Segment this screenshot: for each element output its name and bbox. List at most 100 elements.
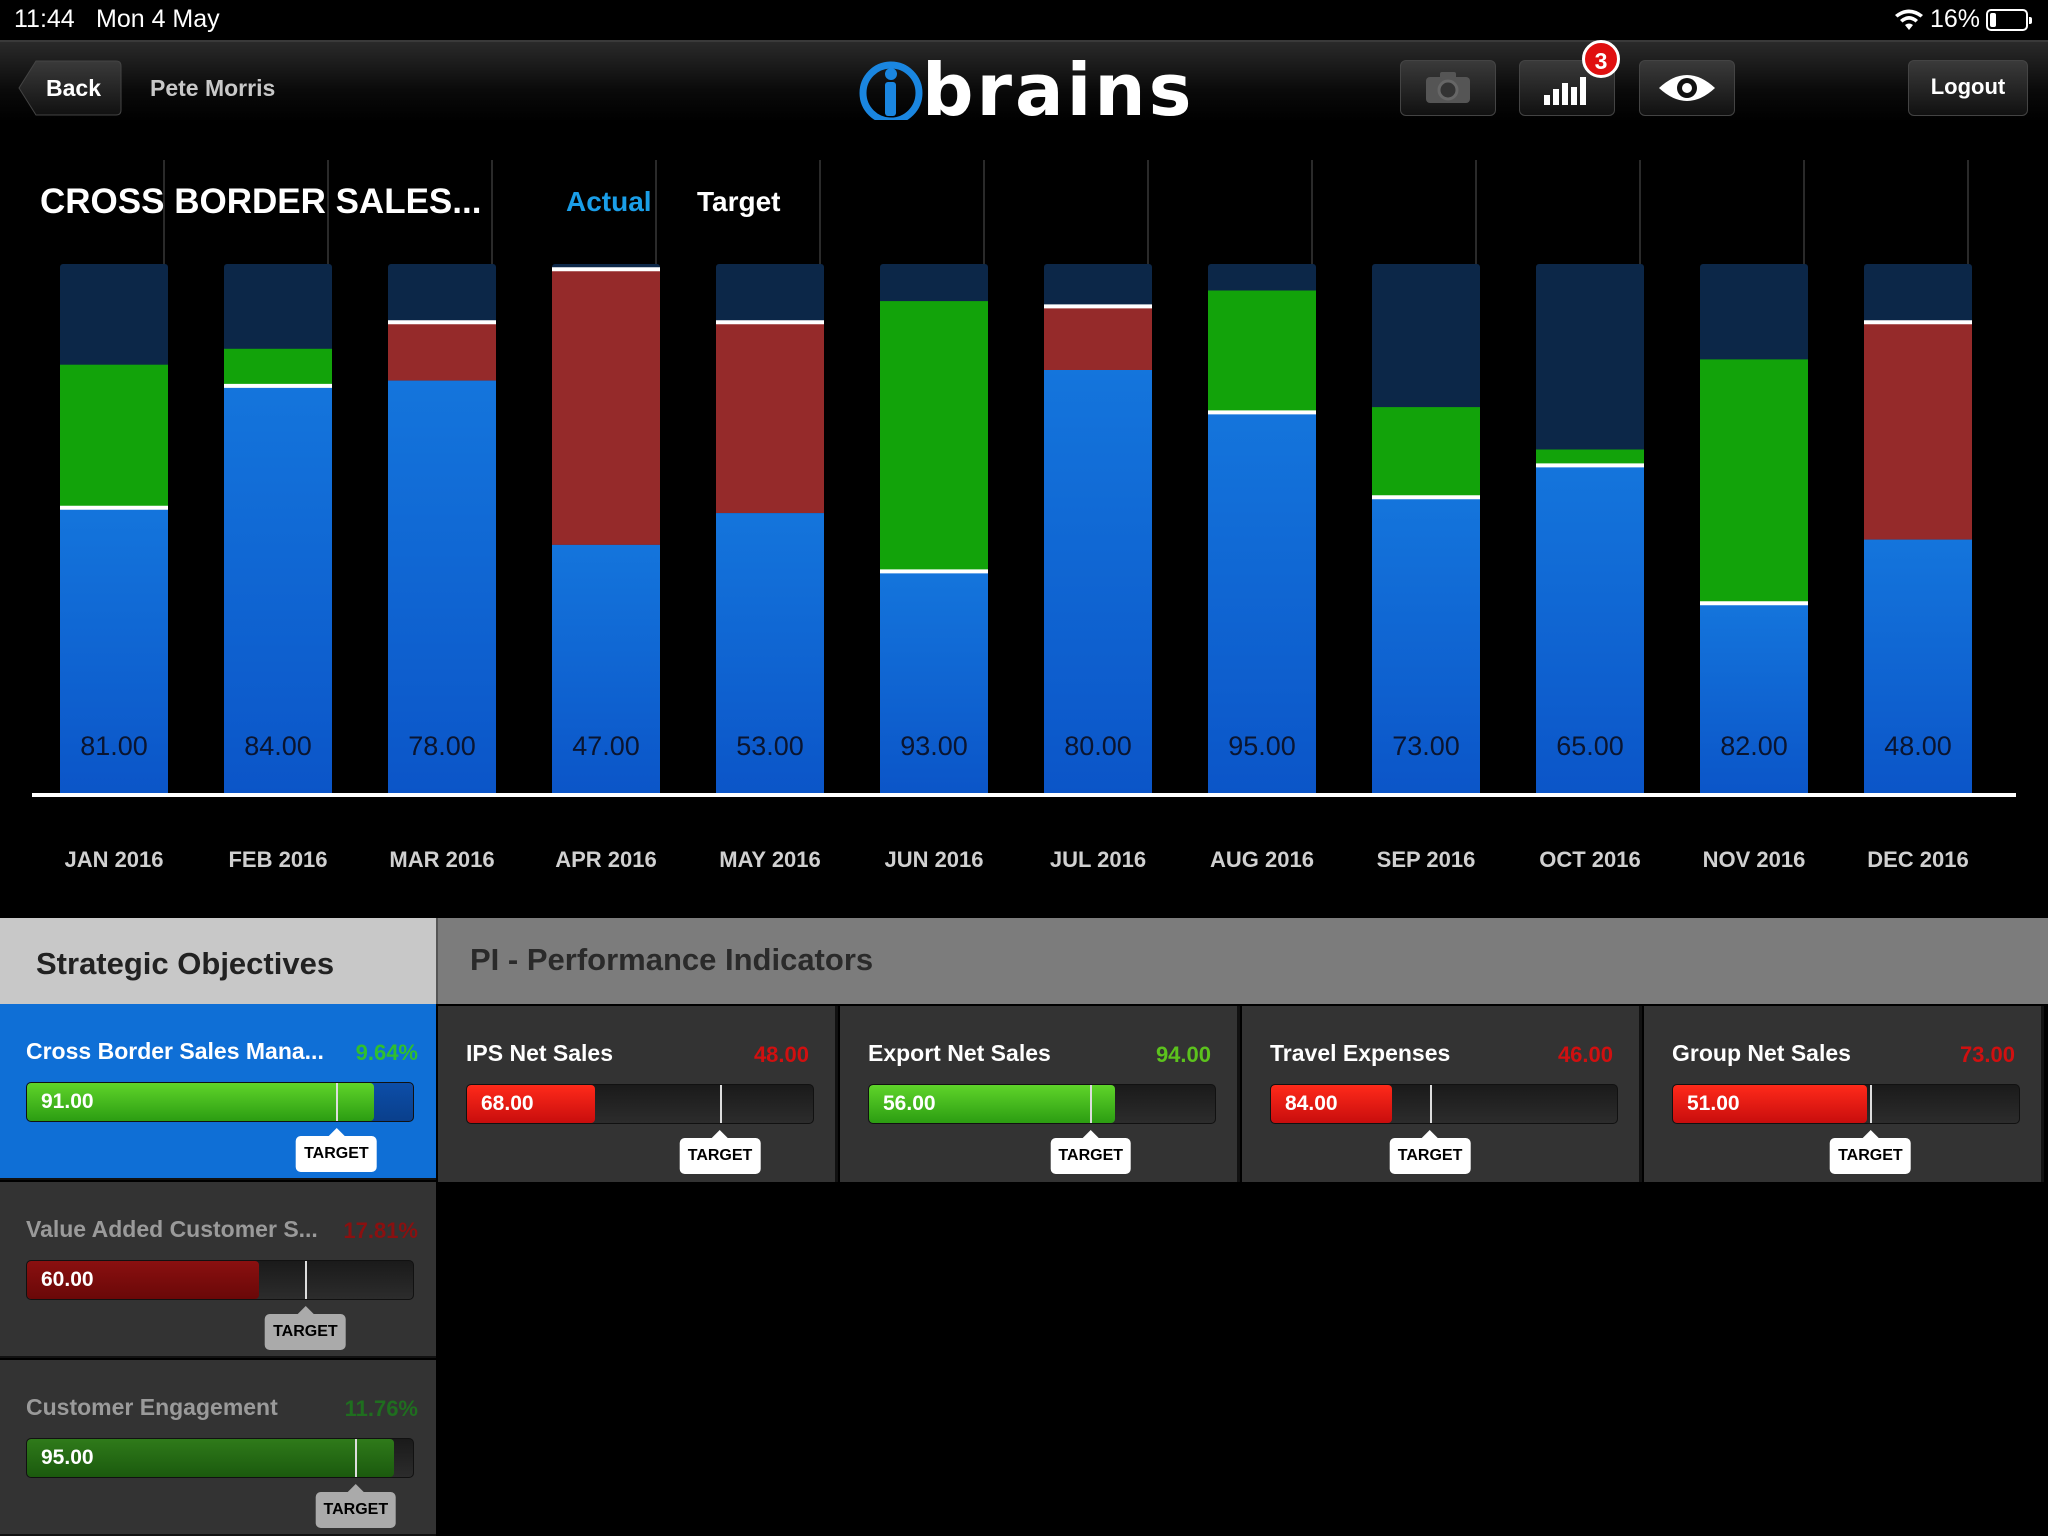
x-tick-label: DEC 2016 <box>1867 847 1969 872</box>
target-line <box>1870 1085 1873 1123</box>
card-name: IPS Net Sales <box>466 1040 614 1066</box>
progress-value: 84.00 <box>1285 1092 1338 1115</box>
target-tag: TARGET <box>296 1128 377 1172</box>
card-percent: 73.00 <box>1959 1042 2015 1067</box>
battery-icon <box>1986 8 2032 31</box>
card-name: Customer Engagement <box>26 1394 278 1420</box>
progress-track: 91.00 <box>26 1082 414 1122</box>
x-tick-label: JUL 2016 <box>1050 847 1146 872</box>
strategic-objectives-title: Strategic Objectives <box>36 946 335 981</box>
camera-button[interactable] <box>1400 60 1496 116</box>
legend-target[interactable]: Target <box>697 186 781 218</box>
bar-value-label: 78.00 <box>408 731 476 761</box>
x-tick-label: SEP 2016 <box>1377 847 1476 872</box>
bar-value-label: 47.00 <box>572 731 640 761</box>
objective-card[interactable]: Customer Engagement 11.76% 95.00 TARGET <box>0 1360 436 1536</box>
target-tag: TARGET <box>1389 1130 1471 1174</box>
user-name: Pete Morris <box>150 75 276 101</box>
bar-value-label: 65.00 <box>1556 731 1624 761</box>
wifi-icon <box>1894 9 1923 30</box>
target-line <box>719 1085 722 1123</box>
legend-actual[interactable]: Actual <box>566 186 652 218</box>
notification-badge: 3 <box>1582 40 1620 78</box>
bar-actual <box>1700 603 1808 794</box>
progress-track: 60.00 <box>26 1260 414 1300</box>
app-logo: brains <box>852 48 1192 132</box>
x-tick-label: FEB 2016 <box>228 847 327 872</box>
pi-card[interactable]: Travel Expenses 46.00 84.00 TARGET <box>1242 1006 1642 1182</box>
eye-icon <box>1659 75 1715 101</box>
status-date: Mon 4 May <box>96 5 220 33</box>
card-name: Value Added Customer S... <box>26 1216 318 1242</box>
status-time: 11:44 <box>14 5 75 33</box>
card-name: Cross Border Sales Mana... <box>26 1038 324 1064</box>
progress-value: 91.00 <box>41 1090 94 1113</box>
bar-value-label: 53.00 <box>736 731 804 761</box>
target-line <box>355 1439 358 1477</box>
pi-card[interactable]: IPS Net Sales 48.00 68.00 TARGET <box>438 1006 838 1182</box>
x-tick-label: NOV 2016 <box>1703 847 1806 872</box>
status-right: 16% <box>1894 5 2032 34</box>
bar-value-label: 48.00 <box>1884 731 1952 761</box>
bar-above-target <box>1700 359 1808 604</box>
pi-card[interactable]: Export Net Sales 94.00 56.00 TARGET <box>840 1006 1240 1182</box>
bar-below-target <box>1044 306 1152 370</box>
card-percent: 9.64% <box>355 1040 418 1065</box>
progress-value: 95.00 <box>41 1446 94 1469</box>
x-tick-label: MAR 2016 <box>389 847 494 872</box>
x-tick-label: AUG 2016 <box>1210 847 1314 872</box>
bar-below-target <box>552 269 660 545</box>
progress-track: 51.00 <box>1672 1084 2020 1124</box>
progress-track: 56.00 <box>868 1084 1216 1124</box>
card-percent: 11.76% <box>344 1396 418 1421</box>
progress-track: 95.00 <box>26 1438 414 1478</box>
view-button[interactable] <box>1639 60 1735 116</box>
bar-above-target <box>60 364 168 508</box>
objective-card[interactable]: Cross Border Sales Mana... 9.64% 91.00 TARG… <box>0 1004 436 1180</box>
target-tag: TARGET <box>679 1130 761 1174</box>
back-label: Back <box>46 75 101 101</box>
card-percent: 17.81% <box>343 1218 418 1243</box>
target-line <box>1090 1085 1093 1123</box>
nav-bar: Back Pete Morris brains Logout <box>0 40 2048 132</box>
logo-icon <box>859 61 923 125</box>
target-tag: TARGET <box>315 1484 397 1528</box>
bar-above-target <box>880 301 988 572</box>
objective-card[interactable]: Value Added Customer S... 17.81% 60.00 TARG… <box>0 1182 436 1358</box>
target-tag: TARGET <box>1830 1130 1911 1174</box>
card-name: Travel Expenses <box>1270 1040 1451 1066</box>
sales-chart: 81.00 JAN 2016 84.00 FEB 2016 78.00 MAR 2016 4… <box>32 160 2016 872</box>
card-percent: 48.00 <box>753 1042 809 1067</box>
back-button[interactable]: Back <box>18 60 122 116</box>
bar-value-label: 84.00 <box>244 731 312 761</box>
chart-title: CROSS BORDER SALES... <box>40 182 482 221</box>
battery-percent: 16% <box>1929 5 1980 33</box>
bar-above-target <box>1372 407 1480 498</box>
x-tick-label: JUN 2016 <box>884 847 983 872</box>
progress-value: 68.00 <box>481 1092 534 1115</box>
progress-value: 60.00 <box>41 1268 94 1291</box>
bar-above-target <box>1536 449 1644 466</box>
bar-value-label: 95.00 <box>1228 731 1296 761</box>
bar-above-target <box>1208 290 1316 413</box>
bar-value-label: 82.00 <box>1720 731 1788 761</box>
chart-area: 81.00 JAN 2016 84.00 FEB 2016 78.00 MAR 2016 4… <box>0 120 2048 915</box>
pi-card[interactable]: Group Net Sales 73.00 51.00 TARGET <box>1644 1006 2044 1182</box>
status-bar: 11:44 Mon 4 May 16% <box>0 0 2048 40</box>
pi-header: PI - Performance Indicators <box>436 918 2048 1004</box>
target-tag: TARGET <box>265 1306 346 1350</box>
bar-value-label: 73.00 <box>1392 731 1460 761</box>
target-line <box>335 1083 338 1121</box>
progress-track: 68.00 <box>466 1084 814 1124</box>
x-tick-label: MAY 2016 <box>719 847 821 872</box>
progress-value: 56.00 <box>883 1092 936 1115</box>
x-tick-label: APR 2016 <box>555 847 657 872</box>
bar-below-target <box>388 322 496 381</box>
bar-below-target <box>1864 322 1972 540</box>
logout-button[interactable]: Logout <box>1908 60 2028 116</box>
pi-title: PI - Performance Indicators <box>470 942 874 977</box>
camera-icon <box>1426 72 1470 103</box>
card-percent: 94.00 <box>1155 1042 1211 1067</box>
card-percent: 46.00 <box>1557 1042 1613 1067</box>
target-tag: TARGET <box>1050 1130 1132 1174</box>
